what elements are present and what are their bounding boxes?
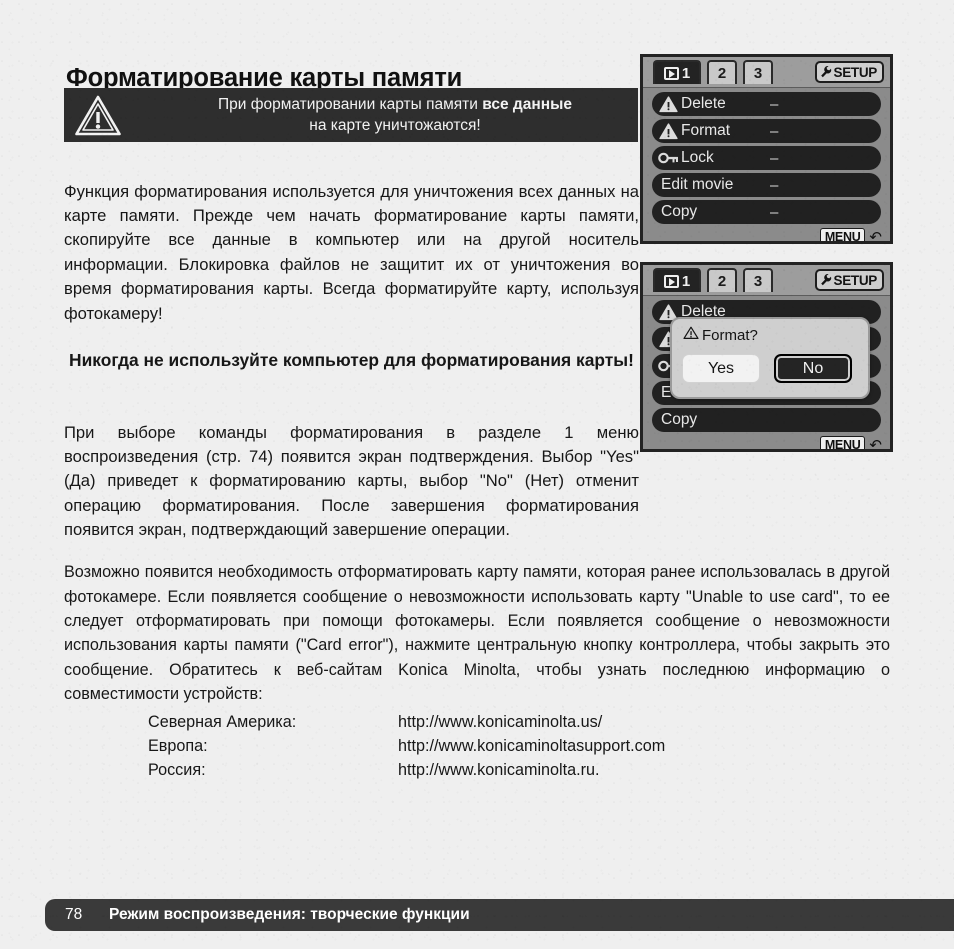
warning-text: При форматировании карты памяти все данн… xyxy=(162,95,628,136)
menu-item-value: – xyxy=(770,95,779,113)
tab-playback-2[interactable]: 2 xyxy=(707,268,737,292)
tab-label: 3 xyxy=(753,272,763,290)
menu-item-lock[interactable]: Lock – xyxy=(652,146,881,170)
key-icon xyxy=(655,151,681,165)
dialog-title: Format? xyxy=(702,326,758,344)
menu-button-label: MENU xyxy=(819,436,866,449)
menu-tab-bar: 1 2 3 SETUP xyxy=(643,57,890,88)
paragraph-warning-heading: Никогда не используйте компьютер для фор… xyxy=(69,350,634,371)
region-label: Россия: xyxy=(148,761,206,779)
tab-label: 2 xyxy=(717,272,727,290)
paragraph-intro: Функция форматирования используется для … xyxy=(64,181,639,323)
menu-item-delete[interactable]: Delete – xyxy=(652,92,881,116)
format-confirm-dialog: Format? Yes No xyxy=(670,317,870,399)
wrench-icon xyxy=(820,65,832,79)
playback-icon xyxy=(663,66,679,80)
tab-label: 1 xyxy=(681,272,691,290)
warning-triangle-icon xyxy=(683,326,699,344)
page-footer: 78 Режим воспроизведения: творческие фун… xyxy=(45,899,954,931)
tab-playback-3[interactable]: 3 xyxy=(743,60,773,84)
support-url-table: Северная Америка: http://www.konicaminol… xyxy=(148,710,665,782)
tab-label: 1 xyxy=(681,64,691,82)
menu-item-label: Copy xyxy=(661,203,698,220)
menu-item-label: Format xyxy=(681,122,731,139)
table-row: Северная Америка: http://www.konicaminol… xyxy=(148,710,665,734)
dialog-title-row: Format? xyxy=(683,326,758,344)
back-arrow-icon: ↶ xyxy=(869,436,882,452)
setup-button[interactable]: SETUP xyxy=(815,61,884,83)
paragraph-card-errors: Возможно появится необходимость отформат… xyxy=(64,563,890,704)
warning-banner: При форматировании карты памяти все данн… xyxy=(64,88,638,142)
playback-icon xyxy=(663,274,679,288)
menu-item-label: Delete xyxy=(681,95,726,112)
setup-label: SETUP xyxy=(833,64,877,80)
camera-lcd-format-confirm: 1 2 3 SETUP Delete E Copy Format? Yes No… xyxy=(640,262,893,452)
support-url: http://www.konicaminolta.ru. xyxy=(398,761,600,779)
table-row: Россия: http://www.konicaminolta.ru. xyxy=(148,758,665,782)
setup-label: SETUP xyxy=(833,272,877,288)
dialog-yes-button[interactable]: Yes xyxy=(682,354,760,383)
warning-line1-prefix: При форматировании карты памяти xyxy=(218,96,483,113)
menu-item-value: – xyxy=(770,122,779,140)
tab-label: 3 xyxy=(753,64,763,82)
footer-section-title: Режим воспроизведения: творческие функци… xyxy=(109,906,470,923)
dialog-buttons: Yes No xyxy=(682,354,852,383)
tab-playback-1[interactable]: 1 xyxy=(653,268,701,292)
menu-item-copy[interactable]: Copy – xyxy=(652,200,881,224)
camera-lcd-playback-menu: 1 2 3 SETUP Delete – Format – Lock – Edi… xyxy=(640,54,893,244)
tab-label: 2 xyxy=(717,64,727,82)
warning-line1-bold: все данные xyxy=(482,96,572,113)
menu-button-label: MENU xyxy=(819,228,866,241)
menu-item-label: Edit movie xyxy=(661,176,734,193)
tab-playback-2[interactable]: 2 xyxy=(707,60,737,84)
menu-item-value: – xyxy=(770,176,779,194)
table-row: Европа: http://www.konicaminoltasupport.… xyxy=(148,734,665,758)
region-label: Европа: xyxy=(148,737,208,755)
menu-item-label: Copy xyxy=(661,411,698,428)
menu-list-behind-dialog: Delete E Copy Format? Yes No MENU ↶ xyxy=(643,296,890,452)
paragraph-confirm-screen: При выборе команды форматирования в разд… xyxy=(64,422,639,540)
menu-list: Delete – Format – Lock – Edit movie – Co… xyxy=(643,88,890,244)
warning-line2: на карте уничтожаются! xyxy=(309,116,481,134)
menu-item-label: Lock xyxy=(681,149,714,166)
menu-item-copy: Copy xyxy=(652,408,881,432)
warning-triangle-icon xyxy=(655,95,681,113)
menu-tab-bar: 1 2 3 SETUP xyxy=(643,265,890,296)
back-arrow-icon: ↶ xyxy=(869,228,882,244)
setup-button[interactable]: SETUP xyxy=(815,269,884,291)
tab-playback-3[interactable]: 3 xyxy=(743,268,773,292)
support-url: http://www.konicaminolta.us/ xyxy=(398,713,603,731)
menu-item-format[interactable]: Format – xyxy=(652,119,881,143)
tab-playback-1[interactable]: 1 xyxy=(653,60,701,84)
warning-triangle-icon xyxy=(74,94,122,137)
menu-item-edit-movie[interactable]: Edit movie – xyxy=(652,173,881,197)
region-label: Северная Америка: xyxy=(148,713,297,731)
menu-item-value: – xyxy=(770,149,779,167)
wrench-icon xyxy=(820,273,832,287)
dialog-no-button[interactable]: No xyxy=(774,354,852,383)
warning-triangle-icon xyxy=(655,122,681,140)
menu-item-value: – xyxy=(770,203,779,221)
menu-exit-button[interactable]: MENU ↶ xyxy=(819,228,882,244)
support-url: http://www.konicaminoltasupport.com xyxy=(398,737,666,755)
menu-exit-button[interactable]: MENU ↶ xyxy=(819,436,882,452)
page-number: 78 xyxy=(65,906,83,923)
